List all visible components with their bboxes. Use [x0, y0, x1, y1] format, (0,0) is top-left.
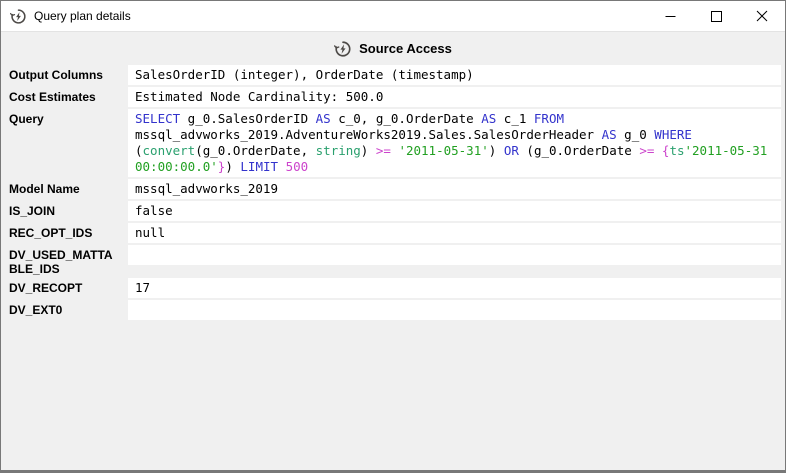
row-label: Query	[1, 109, 128, 126]
window-title: Query plan details	[34, 1, 131, 31]
row-label: DV_EXT0	[1, 300, 128, 317]
close-icon	[756, 10, 768, 22]
row-value-field[interactable]: SalesOrderID (integer), OrderDate (times…	[128, 65, 781, 85]
row-label: Cost Estimates	[1, 87, 128, 104]
plan-table: Output ColumnsSalesOrderID (integer), Or…	[1, 65, 785, 320]
sql-line: SELECT g_0.SalesOrderID AS c_0, g_0.Orde…	[135, 111, 774, 127]
sql-line: mssql_advworks_2019.AdventureWorks2019.S…	[135, 127, 774, 143]
table-row: REC_OPT_IDSnull	[1, 223, 785, 243]
query-plan-details-window: Query plan details Source Access Output …	[0, 0, 786, 473]
title-bar[interactable]: Query plan details	[1, 1, 785, 32]
table-row: IS_JOINfalse	[1, 201, 785, 221]
window-controls	[647, 1, 785, 31]
row-label: DV_USED_MATTABLE_IDS	[1, 245, 128, 276]
row-label: IS_JOIN	[1, 201, 128, 218]
row-label: REC_OPT_IDS	[1, 223, 128, 240]
node-header: Source Access	[1, 32, 785, 65]
minimize-icon	[665, 11, 676, 22]
sql-line: (convert(g_0.OrderDate, string) >= '2011…	[135, 143, 774, 159]
maximize-button[interactable]	[693, 1, 739, 31]
table-row: DV_USED_MATTABLE_IDS	[1, 245, 785, 276]
node-header-title: Source Access	[359, 41, 452, 56]
minimize-button[interactable]	[647, 1, 693, 31]
row-value-field[interactable]: 17	[128, 278, 781, 298]
row-label: Model Name	[1, 179, 128, 196]
table-row: Cost EstimatesEstimated Node Cardinality…	[1, 87, 785, 107]
row-value-field[interactable]: null	[128, 223, 781, 243]
row-value-field[interactable]: Estimated Node Cardinality: 500.0	[128, 87, 781, 107]
row-value-field[interactable]: false	[128, 201, 781, 221]
table-row: DV_RECOPT17	[1, 278, 785, 298]
row-value-field[interactable]	[128, 300, 781, 320]
close-button[interactable]	[739, 1, 785, 31]
row-label: DV_RECOPT	[1, 278, 128, 295]
table-row: Output ColumnsSalesOrderID (integer), Or…	[1, 65, 785, 85]
table-row: DV_EXT0	[1, 300, 785, 320]
row-value-field[interactable]	[128, 245, 781, 265]
table-row: Query SELECT g_0.SalesOrderID AS c_0, g_0…	[1, 109, 785, 177]
row-value-field[interactable]: SELECT g_0.SalesOrderID AS c_0, g_0.Orde…	[128, 109, 781, 177]
row-value-field[interactable]: mssql_advworks_2019	[128, 179, 781, 199]
source-access-icon	[334, 40, 352, 58]
sql-line: 00:00:00.0'}) LIMIT 500	[135, 159, 774, 175]
table-row: Model Namemssql_advworks_2019	[1, 179, 785, 199]
row-label: Output Columns	[1, 65, 128, 82]
query-plan-icon	[10, 8, 27, 25]
maximize-icon	[711, 11, 722, 22]
